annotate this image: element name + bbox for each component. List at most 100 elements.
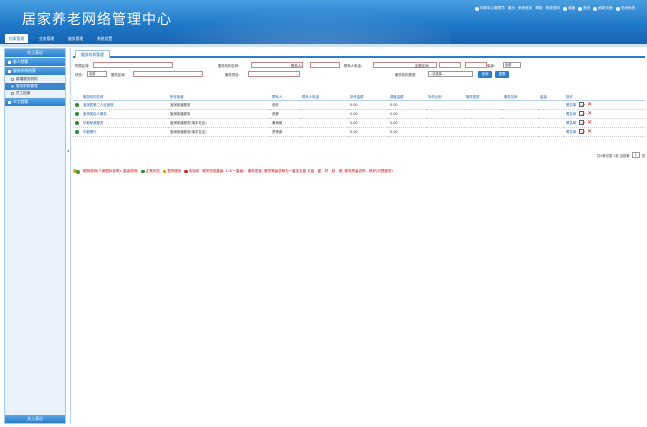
orange-dot-icon: [162, 169, 167, 174]
score-min-input[interactable]: [439, 62, 461, 68]
legend-item-paused: 暂停服务: [162, 169, 181, 174]
top-user: 华顺中心管理员: [474, 6, 505, 11]
sidebar: 向上滚动 老人档案 服务机构档案 新增服务机构 服务机构管理 员工档案 义工档案…: [4, 48, 66, 424]
contact-label: 联系人:: [291, 64, 303, 68]
sidebar-group-elder[interactable]: 老人档案: [5, 58, 65, 66]
delete-icon[interactable]: ✕: [587, 111, 592, 117]
page-select[interactable]: 1: [631, 152, 640, 158]
col-level[interactable]: 星级: [538, 93, 564, 101]
top-password[interactable]: 修改密码: [546, 6, 560, 11]
top-logout[interactable]: 退出: [508, 6, 515, 11]
status-dot-icon: [75, 112, 79, 116]
service-item-label: 服务项目:: [225, 73, 240, 77]
row-amount-b: 0.00: [388, 100, 426, 110]
blacklist-link[interactable]: 黑名单: [566, 129, 576, 134]
row-contact: 贾杨德: [270, 127, 300, 137]
green-dot-icon: [141, 169, 145, 174]
contact-input[interactable]: [310, 62, 340, 68]
search-button[interactable]: 查询: [478, 71, 492, 78]
expand-icon: [8, 60, 11, 64]
row-phone: [300, 118, 348, 128]
col-service-name[interactable]: 服务名称: [502, 93, 538, 101]
row-name-cell[interactable]: 宝润居第二人民医院: [73, 100, 168, 110]
service-area-input[interactable]: [133, 71, 203, 77]
nav-tab-service[interactable]: 服务管理: [64, 34, 87, 43]
row-amount-b: 0.00: [388, 109, 426, 119]
top-refresh[interactable]: 刷新页面: [593, 6, 613, 11]
delete-icon[interactable]: ✕: [587, 120, 592, 126]
top-favorite[interactable]: 收藏: [562, 6, 575, 11]
sidebar-item-staff[interactable]: 员工档案: [5, 90, 65, 97]
nav-tab-settings[interactable]: 系统设置: [93, 34, 116, 43]
col-street[interactable]: 所在街道: [168, 93, 270, 101]
sidebar-scroll-down[interactable]: 向上滚动: [5, 415, 65, 423]
top-help[interactable]: 帮助: [535, 6, 542, 11]
edit-icon[interactable]: [579, 120, 585, 125]
home2-icon: [578, 6, 583, 11]
red-dot-icon: [184, 169, 188, 174]
row-street: 宝润街道服务: [168, 109, 270, 119]
col-ratio[interactable]: 协作比例: [426, 93, 464, 101]
delete-icon[interactable]: ✕: [587, 129, 592, 135]
org-type-select[interactable]: --请选择--: [428, 71, 473, 77]
top-toolbar: 华顺中心管理员 退出 系统首页 帮助 修改密码 收藏 首页 刷新页面 关闭系统: [474, 6, 635, 11]
reset-button[interactable]: 重置: [495, 71, 509, 78]
col-service-type[interactable]: 服务类型: [464, 93, 502, 101]
user-icon: [474, 6, 479, 11]
edit-icon[interactable]: [579, 129, 585, 134]
row-phone: [300, 127, 348, 137]
org-name-label: 服务机构名称:: [218, 64, 240, 68]
page-icon: [11, 78, 14, 81]
row-name-cell[interactable]: 宝润英民人服务: [73, 109, 168, 119]
sidebar-group-volunteer[interactable]: 义工档案: [5, 98, 65, 106]
org-table: 服务机构名称 所在街道 联系人 联系人电话 协作金额 调度金额 协作比例 服务类…: [73, 93, 645, 137]
col-amount-b[interactable]: 调度金额: [388, 93, 426, 101]
sidebar-scroll-up[interactable]: 向上滚动: [5, 49, 65, 57]
col-org-name[interactable]: 服务机构名称: [73, 93, 168, 101]
status-dot-icon: [75, 121, 79, 125]
top-homepage[interactable]: 首页: [578, 6, 590, 11]
row-street: 宝润街道服务(瑞丰社区): [168, 127, 270, 137]
row-name-cell[interactable]: 华都餐厅: [73, 127, 168, 137]
app-title: 居家养老网络管理中心: [22, 12, 172, 28]
owner-input[interactable]: [93, 62, 173, 68]
blacklist-link[interactable]: 黑名单: [566, 102, 576, 107]
col-contact[interactable]: 联系人: [270, 93, 300, 101]
panel-tabbar: 服务机构管理: [73, 48, 645, 58]
service-item-input[interactable]: [248, 71, 300, 77]
power-icon: [615, 6, 620, 11]
row-amount-a: 0.00: [348, 127, 388, 137]
edit-icon[interactable]: [579, 102, 585, 107]
row-contact: 张珍: [270, 100, 300, 110]
row-name-cell[interactable]: 华都家政服务: [73, 118, 168, 128]
legend-item-normal: 正常状态: [141, 169, 160, 174]
splitter[interactable]: [70, 48, 71, 424]
refresh-icon: [593, 6, 598, 11]
sidebar-item-new-org[interactable]: 新增服务机构: [5, 76, 65, 83]
edit-icon[interactable]: [579, 111, 585, 116]
sidebar-group-org[interactable]: 服务机构档案: [5, 67, 65, 75]
sidebar-item-org-manage[interactable]: 服务机构管理: [5, 83, 65, 90]
nav-tab-archive[interactable]: 档案管理: [5, 34, 29, 43]
status-dot-icon: [75, 130, 79, 134]
score-label: 定额区间:: [415, 64, 430, 68]
delete-icon[interactable]: ✕: [587, 102, 592, 108]
score-max-input[interactable]: [465, 62, 487, 68]
level-select[interactable]: 全部: [503, 62, 521, 68]
status-select[interactable]: 全部: [87, 71, 107, 77]
row-amount-a: 0.00: [348, 100, 388, 110]
nav-tab-business[interactable]: 业务管理: [35, 34, 58, 43]
top-home[interactable]: 系统首页: [518, 6, 532, 11]
legend-item-unchecked: 未验收: [184, 169, 199, 174]
col-amount-a[interactable]: 协作金额: [348, 93, 388, 101]
blacklist-link[interactable]: 黑名单: [566, 111, 576, 116]
filter-form: 所属区域: 服务机构名称: 联系人: 联系人电话: 定额区间: 星级: 全部 状…: [73, 61, 645, 79]
status-label: 状态:: [75, 73, 83, 77]
expand-icon: [8, 100, 11, 104]
panel-tab-org-manage[interactable]: 服务机构管理: [75, 50, 110, 58]
blacklist-link[interactable]: 黑名单: [566, 120, 576, 125]
top-close[interactable]: 关闭系统: [615, 6, 635, 11]
status-dot-icon: [75, 103, 79, 107]
header-strip: [0, 44, 647, 47]
col-contact-phone[interactable]: 联系人电话: [300, 93, 348, 101]
